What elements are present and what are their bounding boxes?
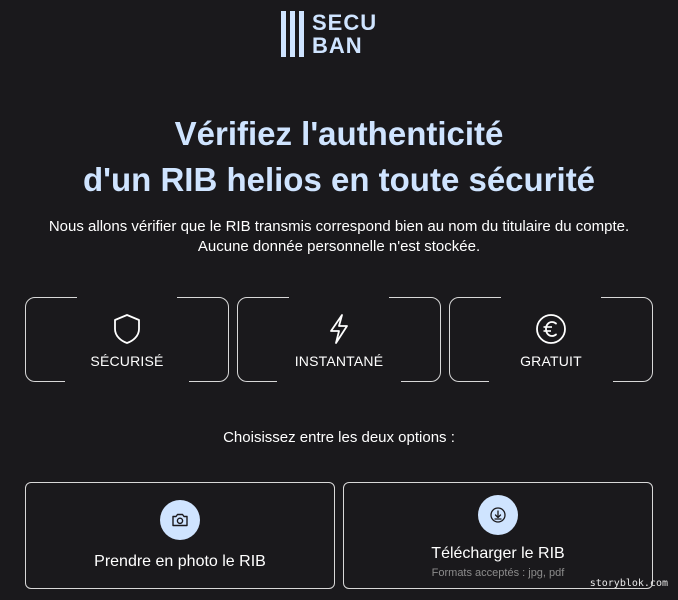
shield-icon: [114, 314, 140, 344]
feature-label-instant: INSTANTANÉ: [294, 353, 384, 369]
take-photo-button[interactable]: Prendre en photo le RIB: [25, 482, 335, 589]
upload-rib-label: Télécharger le RIB: [431, 545, 565, 562]
logo-text: SECU BAN: [312, 11, 377, 57]
take-photo-label: Prendre en photo le RIB: [94, 553, 266, 570]
feature-label-secure: SÉCURISÉ: [90, 353, 164, 369]
page-title-line-2: d'un RIB helios en toute sécurité: [82, 161, 596, 198]
camera-icon: [172, 513, 188, 527]
watermark: storyblok.com: [589, 578, 668, 589]
logo: SECU BAN: [281, 11, 377, 57]
logo-line-1: SECU: [312, 10, 378, 35]
logo-bars-icon: [281, 11, 304, 57]
feature-label-free: GRATUIT: [520, 353, 582, 369]
subtitle-line-2: Aucune donnée personnelle n'est stockée.: [197, 238, 481, 255]
page-title: Vérifiez l'authenticité d'un RIB helios …: [0, 111, 678, 203]
feature-card-instant: INSTANTANÉ: [237, 295, 441, 384]
feature-card-secure: SÉCURISÉ: [25, 295, 229, 384]
subtitle-line-1: Nous allons vérifier que le RIB transmis…: [48, 218, 630, 235]
feature-card-free: GRATUIT: [449, 295, 653, 384]
euro-icon: [536, 314, 566, 344]
download-icon-circle: [478, 495, 518, 535]
logo-line-2: BAN: [312, 33, 363, 58]
upload-rib-button[interactable]: Télécharger le RIB Formats acceptés : jp…: [343, 482, 653, 589]
download-icon: [490, 507, 506, 523]
options-prompt: Choisissez entre les deux options :: [223, 429, 455, 446]
camera-icon-circle: [160, 500, 200, 540]
page-subtitle: Nous allons vérifier que le RIB transmis…: [0, 217, 678, 257]
lightning-icon: [330, 314, 348, 344]
page-title-line-1: Vérifiez l'authenticité: [174, 115, 504, 152]
